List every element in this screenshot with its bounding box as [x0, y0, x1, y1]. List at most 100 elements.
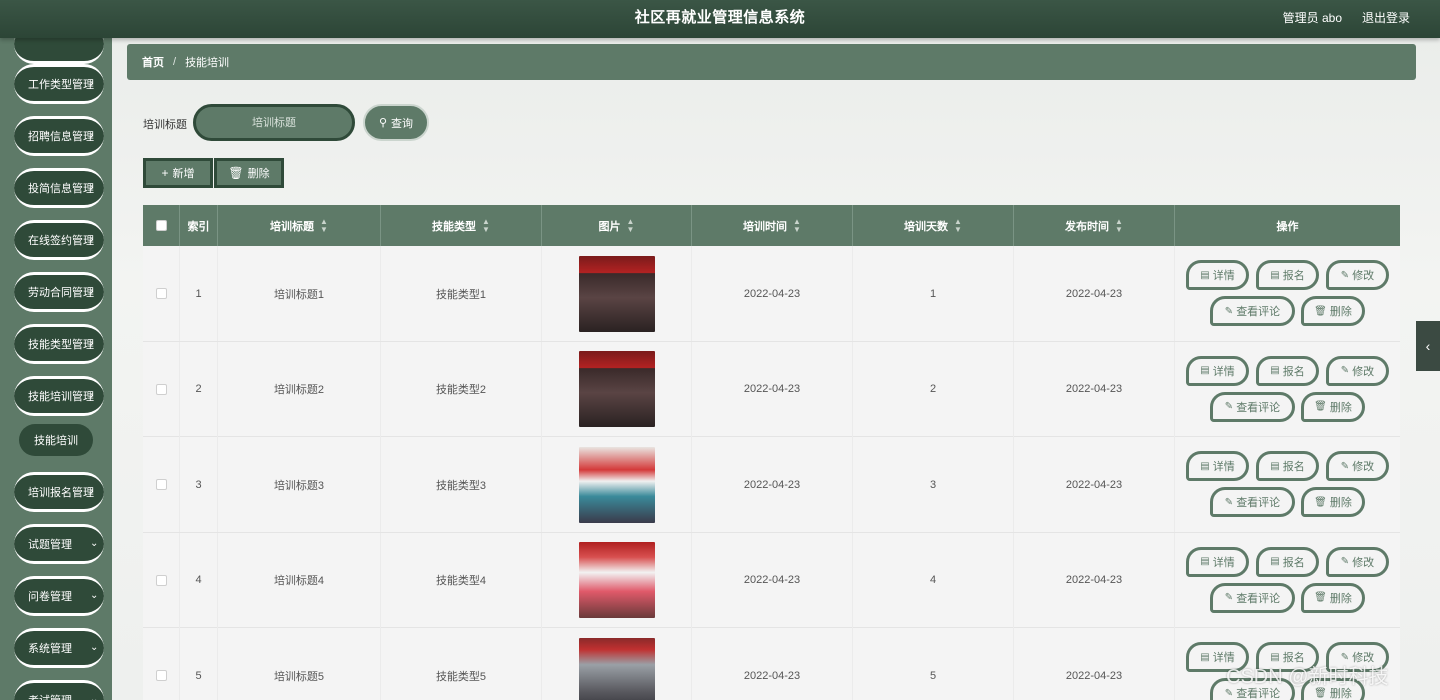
training-photo[interactable]: [578, 255, 655, 332]
add-button-label: 新增: [172, 168, 195, 180]
signup-button[interactable]: ▤ 报名: [1256, 260, 1319, 290]
select-all-checkbox[interactable]: [155, 220, 167, 231]
row-checkbox[interactable]: [155, 670, 167, 681]
sidebar-item-sign[interactable]: 在线签约管理 ›: [14, 220, 104, 260]
view-comments-button[interactable]: ✎ 查看评论: [1210, 487, 1295, 517]
search-button[interactable]: ⚲ 查询: [363, 104, 429, 141]
col-time[interactable]: 培训时间 ▲ ▼: [692, 205, 853, 246]
search-input[interactable]: [193, 104, 355, 141]
table-row: 2 培训标题2 技能类型2 2022-04-23 2 2022-04-23 ▤ 详…: [143, 341, 1400, 437]
chevron-right-icon: ›: [90, 234, 94, 245]
signup-label: 报名: [1282, 365, 1305, 378]
row-checkbox[interactable]: [155, 479, 167, 490]
col-title[interactable]: 培训标题 ▲ ▼: [218, 205, 381, 246]
logout-link[interactable]: 退出登录: [1362, 0, 1410, 36]
pencil-icon: ✎: [1340, 365, 1350, 376]
delete-button[interactable]: 🗑 删除: [1301, 487, 1365, 517]
sort-icon: ▲ ▼: [793, 216, 801, 234]
training-photo[interactable]: [578, 637, 655, 700]
col-image[interactable]: 图片 ▲ ▼: [542, 205, 692, 246]
document-icon: ▤: [1200, 556, 1210, 567]
detail-label: 详情: [1212, 365, 1235, 378]
sidebar-item-contract[interactable]: 劳动合同管理 ›: [14, 272, 104, 312]
col-publish[interactable]: 发布时间 ▲ ▼: [1014, 205, 1175, 246]
signup-button[interactable]: ▤ 报名: [1256, 546, 1319, 577]
sidebar-item-work-type[interactable]: 工作类型管理 ›: [14, 64, 104, 104]
breadcrumb-separator: /: [173, 56, 177, 68]
breadcrumb-home[interactable]: 首页: [142, 54, 164, 70]
row-select-cell: [143, 341, 180, 437]
training-photo[interactable]: [578, 542, 655, 618]
view-comments-button[interactable]: ✎ 查看评论: [1210, 296, 1295, 326]
sidebar-item-resume[interactable]: 投简信息管理 ›: [14, 168, 104, 208]
row-select-cell: [143, 532, 180, 628]
delete-button[interactable]: 🗑 删除: [1301, 582, 1365, 613]
detail-button[interactable]: ▤ 详情: [1186, 260, 1249, 290]
signup-button[interactable]: ▤ 报名: [1256, 451, 1319, 481]
breadcrumb-current: 技能培训: [185, 57, 230, 69]
chevron-down-icon: ⌄: [90, 538, 99, 549]
chevron-right-icon: ›: [90, 286, 94, 297]
row-publish: 2022-04-23: [1014, 628, 1175, 700]
signup-label: 报名: [1282, 556, 1305, 569]
table-header: 索引 培训标题 ▲ ▼ 技能类型 ▲ ▼ 图片 ▲ ▼ 培训时间 ▲ ▼ 培训天数 ▲ ▼ 发布时间…: [143, 205, 1400, 246]
sidebar-subitem-skill-training[interactable]: 技能培训: [19, 424, 93, 456]
row-publish: 2022-04-23: [1014, 532, 1175, 628]
add-button[interactable]: + 新增: [143, 158, 213, 188]
top-header: 社区再就业管理信息系统 管理员 abo 退出登录: [0, 0, 1440, 38]
detail-label: 详情: [1212, 556, 1235, 569]
detail-button[interactable]: ▤ 详情: [1186, 355, 1249, 386]
sidebar-item-survey[interactable]: 问卷管理 ⌄: [14, 576, 104, 616]
sidebar-item-questions[interactable]: 试题管理 ⌄: [14, 524, 104, 564]
sidebar-item-recruit[interactable]: 招聘信息管理 ›: [14, 116, 104, 156]
training-photo[interactable]: [578, 351, 655, 427]
plus-icon: +: [161, 166, 169, 180]
sidebar-item-label: 劳动合同管理: [28, 287, 94, 299]
delete-button[interactable]: 🗑 删除: [1301, 296, 1365, 326]
row-checkbox[interactable]: [155, 574, 167, 586]
chevron-down-icon: ⌄: [90, 694, 99, 700]
edit-button[interactable]: ✎ 修改: [1326, 451, 1389, 481]
sidebar-item-skill-training[interactable]: 技能培训管理 ›: [14, 376, 104, 416]
row-select-cell: [143, 628, 180, 700]
view-comments-button[interactable]: ✎ 查看评论: [1210, 582, 1295, 613]
sidebar-item-system[interactable]: 系统管理 ⌄: [14, 628, 104, 668]
col-days[interactable]: 培训天数 ▲ ▼: [853, 205, 1014, 246]
row-index: 1: [180, 246, 218, 341]
edit-button[interactable]: ✎ 修改: [1326, 355, 1389, 386]
document-icon: ▤: [1200, 651, 1210, 663]
row-title: 培训标题2: [218, 341, 381, 437]
document-icon: ▤: [1270, 365, 1280, 376]
panel-toggle-button[interactable]: ‹: [1416, 321, 1440, 371]
edit-label: 修改: [1352, 270, 1375, 282]
pencil-icon: ✎: [1340, 269, 1350, 281]
sidebar-item-top[interactable]: [14, 38, 104, 64]
row-title: 培训标题3: [218, 437, 381, 532]
detail-button[interactable]: ▤ 详情: [1186, 546, 1249, 577]
col-image-label: 图片: [598, 220, 621, 233]
training-photo[interactable]: [578, 446, 655, 523]
edit-button[interactable]: ✎ 修改: [1326, 260, 1389, 290]
row-image-cell: [542, 437, 692, 532]
sidebar-item-training-signup[interactable]: 培训报名管理 ›: [14, 472, 104, 512]
sidebar-item-exam[interactable]: 考试管理 ⌄: [14, 680, 104, 700]
detail-button[interactable]: ▤ 详情: [1186, 451, 1249, 481]
signup-button[interactable]: ▤ 报名: [1256, 355, 1319, 386]
chevron-left-icon: ‹: [1425, 338, 1431, 354]
row-title: 培训标题4: [218, 532, 381, 628]
document-icon: ▤: [1200, 269, 1210, 281]
sidebar-item-skill-type[interactable]: 技能类型管理 ›: [14, 324, 104, 364]
col-type[interactable]: 技能类型 ▲ ▼: [381, 205, 542, 246]
table-row: 5 培训标题5 技能类型5 2022-04-23 5 2022-04-23 ▤ 详…: [143, 628, 1400, 700]
edit-button[interactable]: ✎ 修改: [1326, 546, 1389, 577]
sort-icon: ▲ ▼: [482, 216, 490, 234]
row-checkbox[interactable]: [155, 288, 167, 299]
row-checkbox[interactable]: [155, 383, 167, 395]
batch-delete-button[interactable]: 🗑 删除: [214, 158, 284, 188]
delete-button[interactable]: 🗑 删除: [1301, 391, 1365, 422]
search-label: 培训标题: [143, 119, 187, 131]
view-comments-button[interactable]: ✎ 查看评论: [1210, 391, 1295, 422]
sidebar-item-label: 在线签约管理: [28, 235, 94, 247]
signup-label: 报名: [1282, 461, 1305, 473]
row-publish: 2022-04-23: [1014, 246, 1175, 341]
